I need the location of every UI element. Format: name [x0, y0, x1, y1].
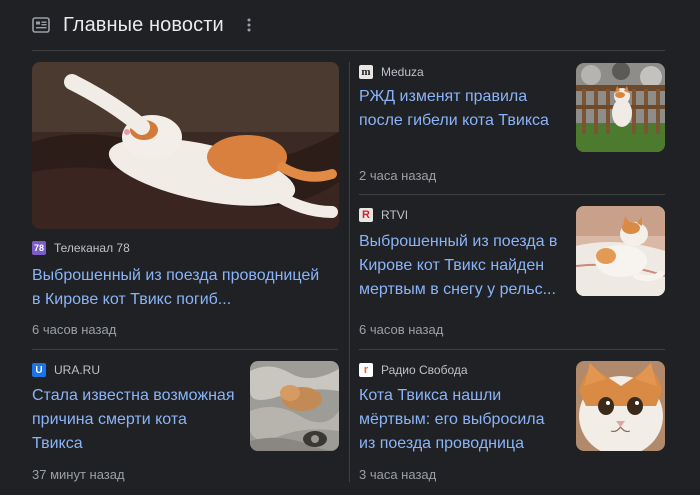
source-name: RTVI	[381, 208, 409, 222]
article-time: 2 часа назад	[359, 168, 437, 183]
source-logo: R	[359, 208, 373, 222]
column-divider	[349, 62, 350, 482]
article-time: 6 часов назад	[32, 322, 117, 337]
source-name: Радио Свобода	[381, 363, 468, 377]
section-title: Главные новости	[63, 13, 224, 36]
article-time: 37 минут назад	[32, 467, 125, 482]
row-divider	[359, 349, 665, 350]
news-card[interactable]: 78 Телеканал 78 Выброшенный из поезда пр…	[32, 62, 339, 342]
more-vert-icon	[247, 18, 251, 32]
article-headline[interactable]: Выброшенный из поезда проводницей в Киро…	[32, 264, 332, 312]
row-divider	[359, 194, 665, 195]
article-image	[576, 206, 665, 296]
article-time: 6 часов назад	[359, 322, 444, 337]
article-image	[32, 62, 339, 229]
header-divider	[32, 50, 665, 51]
source-logo: m	[359, 65, 373, 79]
source-logo: r	[359, 363, 373, 377]
article-headline[interactable]: Кота Твикса нашли мёртвым: его выбросила…	[359, 384, 564, 456]
section-header: Главные новости	[32, 8, 672, 42]
source-logo: 78	[32, 241, 46, 255]
more-options-button[interactable]	[240, 16, 258, 34]
news-card[interactable]: m Meduza РЖД изменят правила после гибел…	[359, 62, 665, 188]
article-image	[250, 361, 339, 451]
article-headline[interactable]: Выброшенный из поезда в Кирове кот Твикс…	[359, 230, 561, 302]
article-image	[576, 361, 665, 451]
newspaper-icon	[32, 17, 50, 33]
article-time: 3 часа назад	[359, 467, 437, 482]
source-logo: U	[32, 363, 46, 377]
news-card[interactable]: r Радио Свобода Кота Твикса нашли мёртвы…	[359, 361, 665, 487]
source-name: Телеканал 78	[54, 241, 130, 255]
row-divider	[32, 349, 338, 350]
article-image	[576, 63, 665, 152]
article-headline[interactable]: РЖД изменят правила после гибели кота Тв…	[359, 85, 559, 133]
article-headline[interactable]: Стала известна возможная причина смерти …	[32, 384, 237, 456]
source-name: Meduza	[381, 65, 424, 79]
source-name: URA.RU	[54, 363, 101, 377]
news-card[interactable]: U URA.RU Стала известна возможная причин…	[32, 361, 339, 487]
news-card[interactable]: R RTVI Выброшенный из поезда в Кирове ко…	[359, 206, 665, 342]
